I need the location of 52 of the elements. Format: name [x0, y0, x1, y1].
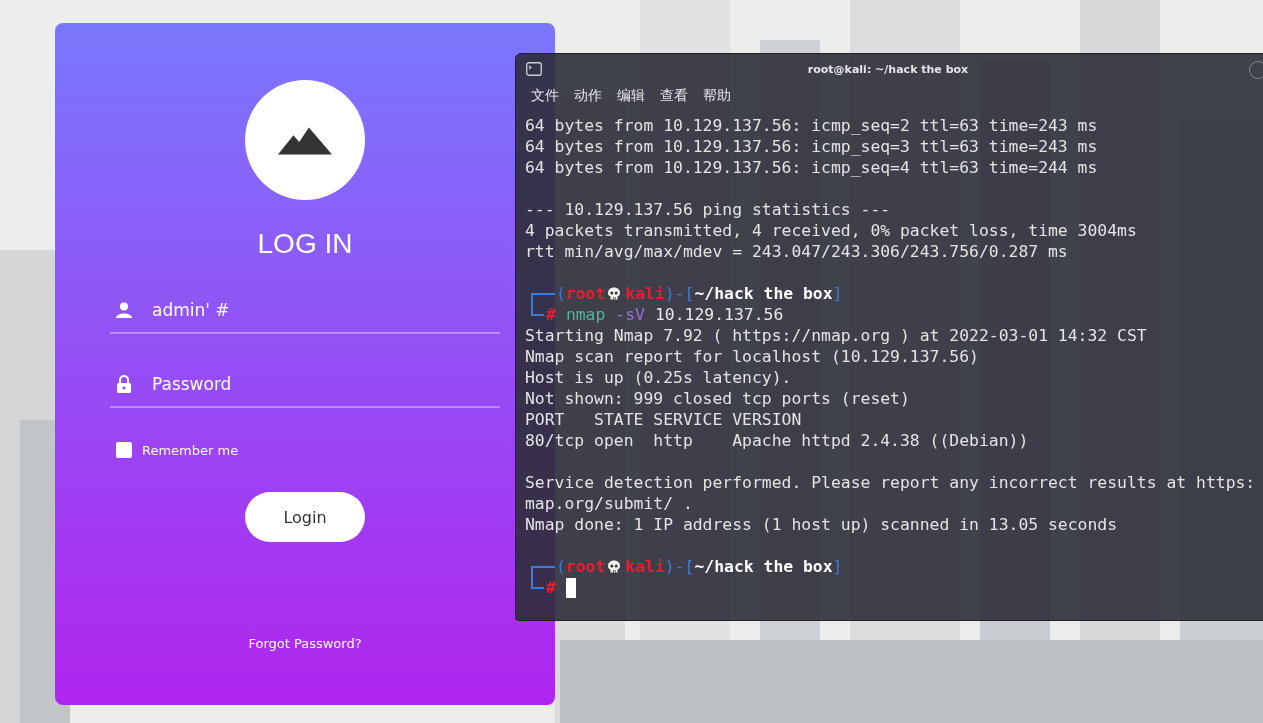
terminal-line: 80/tcp open http Apache httpd 2.4.38 ((Debian)) — [525, 430, 1030, 451]
skull-icon — [607, 286, 622, 301]
login-button[interactable]: Login — [245, 492, 365, 542]
prompt-text: root — [565, 283, 606, 304]
terminal-line: --- 10.129.137.56 ping statistics --- — [525, 199, 892, 220]
terminal-line: rtt min/avg/max/mdev = 243.047/243.306/243.756/0.287 ms — [525, 241, 1069, 262]
command-text: nmap — [565, 304, 606, 325]
prompt-text: ( — [556, 556, 566, 577]
terminal-line: Starting Nmap 7.92 ( https://nmap.org ) at 2022-03-01 14:32 CST — [525, 325, 1148, 346]
window-title: root@kali: ~/hack the box — [807, 62, 969, 76]
terminal-line: 64 bytes from 10.129.137.56: icmp_seq=4 ttl=63 time=244 ms — [525, 157, 1099, 178]
terminal-line: Not shown: 999 closed tcp ports (reset) — [525, 388, 911, 409]
terminal-line: Nmap done: 1 IP address (1 host up) scanned in 13.05 seconds — [525, 514, 1119, 535]
password-field[interactable]: Password — [152, 374, 500, 394]
menu-item[interactable]: 编辑 — [617, 87, 645, 111]
terminal-line: Service detection performed. Please report any incorrect results at https: — [525, 472, 1257, 493]
login-title: LOG IN — [257, 228, 353, 260]
menu-item[interactable]: 文件 — [531, 87, 559, 111]
menu-item[interactable]: 动作 — [574, 87, 602, 111]
prompt-text: root — [565, 556, 606, 577]
remember-label: Remember me — [142, 442, 239, 458]
prompt-text: )-[ — [664, 556, 695, 577]
remember-checkbox[interactable] — [116, 442, 132, 458]
forgot-password-link[interactable]: Forgot Password? — [248, 636, 362, 651]
terminal-line: 64 bytes from 10.129.137.56: icmp_seq=2 ttl=63 time=243 ms — [525, 115, 1099, 136]
user-icon — [116, 302, 132, 318]
lock-icon — [116, 375, 132, 393]
prompt-text: ~/hack the box — [694, 556, 833, 577]
terminal-line: Host is up (0.25s latency). — [525, 367, 793, 388]
prompt-text: ] — [832, 283, 843, 304]
terminal-line: PORT STATE SERVICE VERSION — [525, 409, 803, 430]
terminal-line: 64 bytes from 10.129.137.56: icmp_seq=3 ttl=63 time=243 ms — [525, 136, 1099, 157]
terminal-icon — [526, 62, 542, 76]
prompt-text: kali — [625, 556, 665, 577]
username-field[interactable]: admin' # — [152, 300, 500, 320]
command-text: # — [546, 304, 556, 325]
prompt-text: )-[ — [664, 283, 695, 304]
prompt-text: ] — [832, 556, 843, 577]
prompt-text: ~/hack the box — [694, 283, 833, 304]
command-text: 10.129.137.56 — [654, 304, 784, 325]
prompt-text: kali — [625, 283, 665, 304]
command-text: # — [546, 577, 556, 598]
command-text: -sV — [615, 304, 645, 325]
skull-icon — [607, 559, 622, 574]
menu-item[interactable]: 查看 — [660, 87, 688, 111]
prompt-text: ( — [556, 283, 566, 304]
menu-item[interactable]: 帮助 — [703, 87, 731, 111]
terminal-line: 4 packets transmitted, 4 received, 0% packet loss, time 3004ms — [525, 220, 1138, 241]
mountain-icon — [278, 125, 332, 155]
terminal-line: map.org/submit/ . — [525, 493, 694, 514]
text-cursor — [565, 577, 576, 598]
terminal-line: Nmap scan report for localhost (10.129.137.56) — [525, 346, 980, 367]
